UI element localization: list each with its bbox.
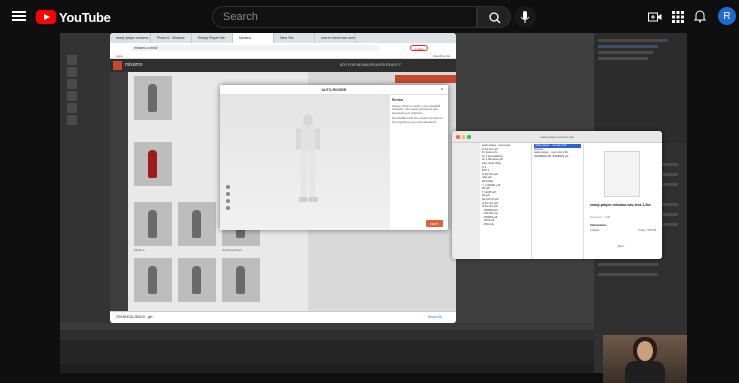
- finder-file-item[interactable]: ...0001.zip: [482, 223, 529, 227]
- transform-tool-icon[interactable]: [67, 115, 77, 125]
- presenter-face: [637, 341, 653, 361]
- review-text: Please check to confirm your uploaded ch…: [392, 103, 441, 115]
- animation-thumb[interactable]: [178, 202, 216, 246]
- modal-title: AUTO-RIGGER: [321, 88, 347, 92]
- timeline-ruler[interactable]: [60, 330, 594, 340]
- viewport-tools: [226, 185, 232, 225]
- animation-thumb[interactable]: [134, 142, 172, 186]
- animation-thumb[interactable]: [134, 258, 172, 302]
- rotate-view-icon[interactable]: [226, 185, 230, 189]
- apps-button[interactable]: [672, 10, 684, 23]
- browser-tab[interactable]: ready player mixamo...: [110, 33, 151, 43]
- bookmarks-bar: Apps Reading List: [110, 52, 456, 59]
- close-icon[interactable]: ×: [439, 87, 445, 93]
- browser-tab-active[interactable]: Mixamo: [233, 33, 274, 43]
- finder-titlebar: ready-player-mixamo-test: [452, 131, 662, 143]
- animation-label: Mixamo: [134, 248, 145, 252]
- video-camera-icon: [648, 12, 662, 22]
- search-input[interactable]: Search: [212, 6, 477, 28]
- youtube-brand-text: YouTube: [59, 9, 111, 25]
- search-icon: [489, 12, 501, 24]
- created-label: Created: [590, 229, 600, 232]
- more-link[interactable]: More...: [618, 245, 626, 248]
- character-model: [296, 114, 320, 202]
- avatar[interactable]: R: [718, 7, 736, 25]
- blender-statusbar: [60, 364, 594, 373]
- webcam-overlay: [603, 335, 687, 383]
- finder-column: ready-player...ixamo-test st the first.pd…: [480, 143, 532, 259]
- timeline-header: [60, 323, 594, 330]
- reading-list[interactable]: Reading List: [433, 54, 450, 58]
- animation-thumb[interactable]: [222, 258, 260, 302]
- video-player[interactable]: ready player mixamo... Photo 8 - Mixamo …: [60, 33, 687, 373]
- animation-label: Jumping Down: [222, 248, 242, 252]
- finder-window: ready-player-mixamo-test ready-player...…: [452, 131, 662, 259]
- downloads-bar: 2E54B4D6-2B0D0...glb Show All: [110, 311, 456, 323]
- finder-title: ready-player-mixamo-test: [539, 135, 574, 139]
- youtube-play-icon: [36, 10, 56, 24]
- modal-header: AUTO-RIGGER ×: [220, 85, 448, 95]
- scale-tool-icon[interactable]: [67, 103, 77, 113]
- mixamo-logo-text: mixamo: [125, 62, 143, 68]
- bookmark-apps[interactable]: Apps: [116, 54, 123, 58]
- browser-tab[interactable]: Photo 8 - Mixamo: [151, 33, 192, 43]
- review-info: Review Please check to confirm your uplo…: [392, 98, 444, 179]
- url-field[interactable]: mixamo.com/#/: [130, 44, 380, 51]
- download-button[interactable]: [395, 75, 456, 83]
- next-button[interactable]: NEXT: [426, 220, 443, 227]
- finder-sidebar: [452, 143, 480, 259]
- search-button[interactable]: [477, 6, 511, 28]
- pan-view-icon[interactable]: [226, 199, 230, 203]
- presenter-body: [625, 361, 665, 383]
- mixamo-character-title: ADY FOR MIXAMO/PLAYER.READY F: [340, 63, 402, 67]
- notifications-button[interactable]: [693, 9, 707, 23]
- mic-icon: [520, 11, 530, 23]
- rotate-tool-icon[interactable]: [67, 91, 77, 101]
- download-item[interactable]: 2E54B4D6-2B0D0...glb: [116, 315, 152, 319]
- character-viewport[interactable]: [220, 95, 390, 230]
- youtube-logo[interactable]: YouTube: [36, 9, 111, 25]
- mixamo-logo-icon[interactable]: [113, 61, 122, 70]
- created-value: Today, 7:59 PM: [638, 229, 656, 232]
- finder-preview: ready-player-mixamo-nav-test-1.fbx Docum…: [584, 143, 662, 259]
- cursor-tool-icon[interactable]: [67, 67, 77, 77]
- finder-column: ready-player-...ne-test-1.fbx textures rea…: [532, 143, 584, 259]
- blender-outliner: [594, 33, 687, 143]
- update-button[interactable]: Update: [410, 44, 428, 51]
- create-video-button[interactable]: [648, 10, 662, 22]
- document-icon: [604, 151, 640, 197]
- reset-view-icon[interactable]: [226, 206, 230, 210]
- address-bar: mixamo.com/#/ Update: [110, 43, 456, 52]
- animation-thumb[interactable]: [178, 258, 216, 302]
- mixamo-header: mixamo ADY FOR MIXAMO/PLAYER.READY F: [110, 59, 456, 72]
- move-tool-icon[interactable]: [67, 79, 77, 89]
- browser-window: ready player mixamo... Photo 8 - Mixamo …: [110, 33, 456, 323]
- review-title: Review: [392, 98, 403, 102]
- finder-file-item[interactable]: 2E54B4D6-2B...B4D6B9A.glb: [534, 155, 581, 159]
- browser-tab[interactable]: New Tab: [274, 33, 315, 43]
- animation-thumb[interactable]: [134, 202, 172, 246]
- animation-thumb[interactable]: [134, 76, 172, 120]
- blender-toolbar: [60, 33, 110, 373]
- browser-tabbar: ready player mixamo... Photo 8 - Mixamo …: [110, 33, 456, 43]
- youtube-topbar: YouTube Search R: [0, 0, 739, 33]
- file-meta: Document - 2 MB: [590, 216, 611, 219]
- select-tool-icon[interactable]: [67, 55, 77, 65]
- browser-tab[interactable]: how to blend two anim...: [315, 33, 356, 43]
- auto-rigger-modal: AUTO-RIGGER × Review Please check to con…: [220, 85, 448, 230]
- zoom-view-icon[interactable]: [226, 192, 230, 196]
- apps-grid-icon: [672, 11, 684, 23]
- browser-tab[interactable]: Ready Player Me: [192, 33, 233, 43]
- show-all-link[interactable]: Show All: [428, 315, 441, 319]
- created-row: Created Today, 7:59 PM: [590, 229, 656, 232]
- review-text-secondary: Not satisfied with the results? Go back …: [392, 116, 443, 124]
- mixamo-sidebar: [110, 72, 128, 323]
- bell-icon: [693, 10, 707, 23]
- menu-icon[interactable]: [12, 9, 26, 23]
- file-name: ready-player-mixamo-nav-test-1.fbx: [590, 203, 651, 207]
- voice-search-button[interactable]: [514, 6, 536, 28]
- info-heading: Information: [590, 223, 607, 227]
